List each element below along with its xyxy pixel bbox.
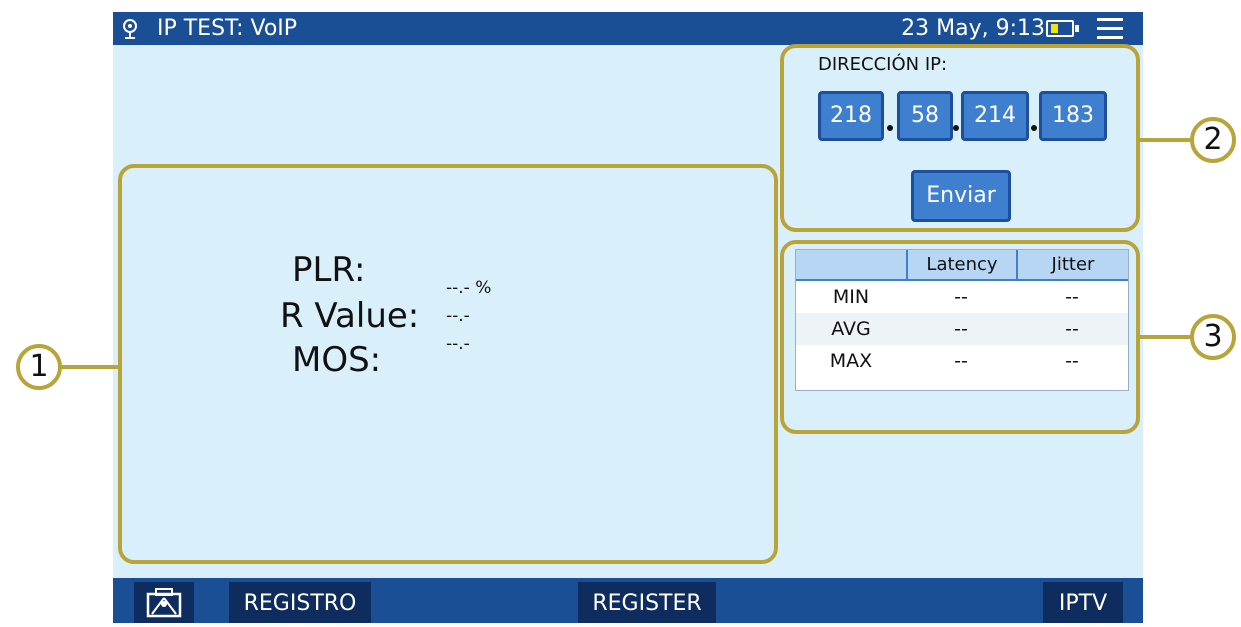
column-header-latency: Latency [926, 254, 998, 275]
ip-octet-2[interactable]: 58 [897, 91, 953, 141]
table-header-blank [796, 250, 906, 279]
callout-2: 2 [1190, 117, 1236, 163]
callout-3: 3 [1190, 314, 1236, 360]
mos-label: MOS: [292, 340, 382, 380]
callout-1: 1 [16, 344, 62, 390]
battery-tip [1075, 25, 1079, 32]
callout-2-leader [1138, 138, 1194, 142]
callout-1-leader [58, 365, 120, 369]
r-value: --.- [446, 306, 470, 326]
table-row: AVG -- -- [796, 313, 1128, 345]
camera-icon [146, 588, 182, 618]
plr-label: PLR: [292, 250, 366, 290]
row-label: MIN [832, 286, 870, 308]
plr-value: --.- % [446, 278, 492, 298]
register-button[interactable]: REGISTER [578, 582, 716, 623]
ip-dot-separator [1031, 125, 1037, 131]
row-label: AVG [831, 318, 871, 340]
r-value-label: R Value: [280, 296, 420, 336]
screenshot-button[interactable] [134, 582, 194, 623]
registro-button[interactable]: REGISTRO [229, 582, 371, 623]
latency-cell: -- [954, 350, 968, 372]
latency-cell: -- [954, 318, 968, 340]
ip-address-label: DIRECCIÓN IP: [818, 54, 948, 75]
iptv-button[interactable]: IPTV [1043, 582, 1123, 623]
latency-jitter-table: Latency Jitter MIN -- -- AVG -- -- MAX -… [795, 249, 1129, 391]
ip-octet-4[interactable]: 183 [1039, 91, 1107, 141]
title-bar: IP TEST: VoIP 23 May, 9:13 [113, 12, 1143, 45]
date-time: 23 May, 9:13 [901, 16, 1045, 41]
latency-cell: -- [954, 286, 968, 308]
ip-dot-separator [953, 125, 959, 131]
ip-dot-separator [887, 125, 893, 131]
callout-3-leader [1138, 335, 1194, 339]
window-title: IP TEST: VoIP [157, 16, 298, 41]
ip-octet-3[interactable]: 214 [961, 91, 1029, 141]
table-row: MAX -- -- [796, 345, 1128, 377]
column-header-jitter: Jitter [1051, 254, 1095, 275]
battery-icon [1046, 20, 1074, 37]
jitter-cell: -- [1065, 350, 1079, 372]
mos-value: --.- [446, 334, 470, 354]
table-row: MIN -- -- [796, 281, 1128, 313]
jitter-cell: -- [1065, 318, 1079, 340]
send-button[interactable]: Enviar [911, 170, 1011, 222]
row-label: MAX [829, 350, 873, 372]
ip-octet-1[interactable]: 218 [818, 91, 884, 141]
table-header: Latency Jitter [796, 250, 1128, 281]
results-panel-outline [118, 164, 778, 564]
menu-icon[interactable] [1097, 18, 1123, 40]
jitter-cell: -- [1065, 286, 1079, 308]
antenna-icon [123, 19, 137, 39]
